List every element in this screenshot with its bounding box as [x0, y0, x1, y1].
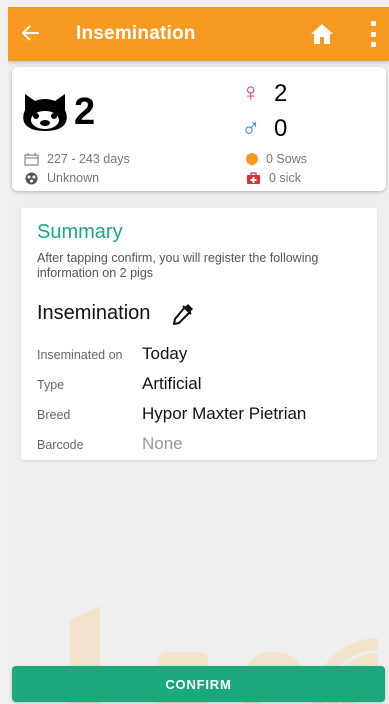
sick-text: 0 sick — [269, 171, 301, 185]
female-icon: ♀ — [241, 77, 261, 107]
app-bar: Insemination — [8, 7, 389, 61]
app-screen: Insemination 2 ♀ 2 ♂ 0 227 - 243 days Un… — [8, 7, 389, 704]
animal-summary-card: 2 ♀ 2 ♂ 0 227 - 243 days Unknown 0 Sows … — [12, 67, 386, 191]
row-label-breed: Breed — [37, 408, 71, 422]
sows-text: 0 Sows — [266, 152, 307, 166]
section-title: Insemination — [37, 302, 151, 324]
row-value-breed: Hypor Maxter Pietrian — [142, 404, 307, 423]
row-label-barcode: Barcode — [37, 438, 84, 452]
more-vertical-icon[interactable] — [369, 21, 377, 47]
status-dot-icon — [246, 153, 258, 165]
back-button[interactable] — [8, 21, 54, 47]
sick-count: 0 sick — [246, 171, 301, 185]
summary-description: After tapping confirm, you will register… — [37, 251, 319, 280]
male-count: 0 — [274, 115, 288, 142]
calendar-icon — [24, 152, 39, 166]
row-label-type: Type — [37, 378, 65, 392]
male-icon: ♂ — [241, 113, 261, 143]
arrow-left-icon — [21, 25, 39, 41]
row-value-type: Artificial — [142, 374, 202, 393]
genetics: Unknown — [24, 171, 99, 185]
genetics-text: Unknown — [47, 171, 100, 185]
animal-count: 2 — [74, 91, 96, 133]
row-value-barcode: None — [142, 434, 183, 453]
dna-icon — [25, 172, 38, 184]
row-label-inseminated-on: Inseminated on — [37, 348, 123, 362]
female-count: 2 — [274, 80, 288, 107]
sows-count: 0 Sows — [246, 152, 307, 166]
pig-face-icon — [23, 94, 67, 131]
summary-card: Summary After tapping confirm, you will … — [21, 208, 377, 460]
confirm-button[interactable]: CONFIRM — [12, 666, 385, 702]
row-value-inseminated-on: Today — [142, 344, 188, 363]
age-range-text: 227 - 243 days — [47, 152, 130, 166]
home-icon[interactable] — [310, 23, 334, 45]
age-range: 227 - 243 days — [24, 152, 130, 166]
page-title: Insemination — [76, 23, 196, 44]
summary-title: Summary — [37, 221, 123, 243]
first-aid-icon — [247, 171, 260, 184]
dropper-icon — [173, 304, 193, 325]
